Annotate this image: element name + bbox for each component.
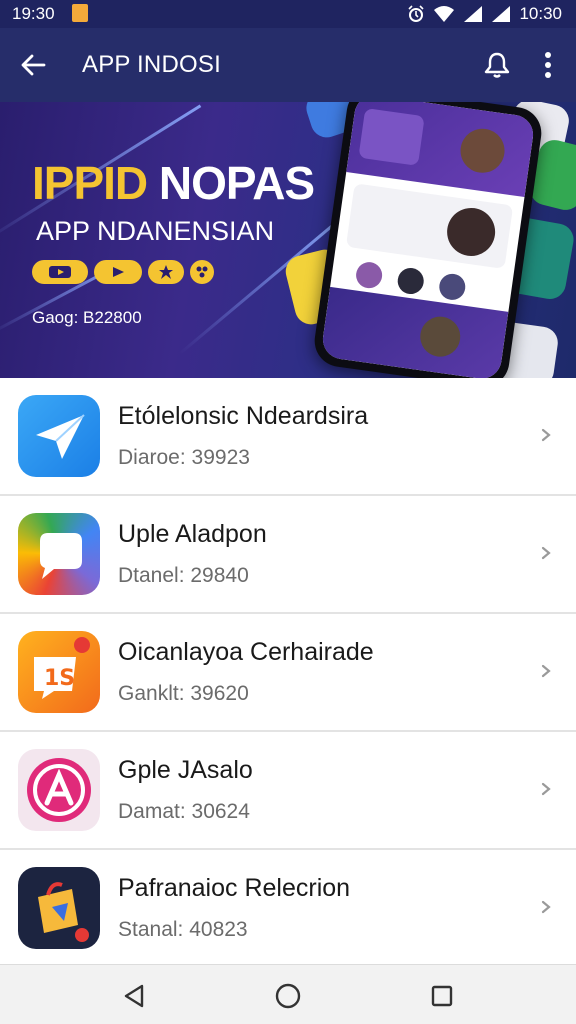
app-name: Gple JAsalo xyxy=(118,756,253,784)
back-arrow-icon xyxy=(21,54,46,76)
app-meta: Diaroe: 39923 xyxy=(118,446,250,469)
list-item[interactable]: Pafranaioc Relecrion Stanal: 40823 xyxy=(0,850,576,968)
back-triangle-icon xyxy=(124,984,144,1008)
status-bar: 19:30 10:30 xyxy=(0,0,576,28)
app-meta: Ganklt: 39620 xyxy=(118,682,249,705)
notification-icon xyxy=(72,4,88,22)
avatar xyxy=(396,266,426,296)
chevron-right-icon xyxy=(541,428,551,442)
status-time: 19:30 xyxy=(12,4,55,23)
chevron-right-icon xyxy=(541,664,551,678)
banner-title-rest: NOPAS xyxy=(147,157,315,209)
list-item[interactable]: Uple Aladpon Dtanel: 29840 xyxy=(0,496,576,614)
avatar xyxy=(354,260,384,290)
status-time-right: 10:30 xyxy=(519,4,562,23)
chevron-right-icon xyxy=(541,900,551,914)
list-item[interactable]: Etólelonsic Ndeardsira Diaroe: 39923 xyxy=(0,378,576,496)
chevron-right-icon xyxy=(541,782,551,796)
banner-caption: Gaog: B22800 xyxy=(32,308,142,327)
list-item[interactable]: 1S Oicanlayoa Cerhairade Ganklt: 39620 xyxy=(0,614,576,732)
phone-screen-footer xyxy=(320,286,509,378)
list-item[interactable]: Gple JAsalo Damat: 30624 xyxy=(0,732,576,850)
phone-card xyxy=(358,108,425,166)
status-icons: 10:30 xyxy=(407,4,562,24)
app-name: Uple Aladpon xyxy=(118,520,267,548)
app-name: Pafranaioc Relecrion xyxy=(118,874,351,902)
nav-back-button[interactable] xyxy=(114,979,154,1013)
home-circle-icon xyxy=(275,983,301,1009)
signal-icon xyxy=(463,5,483,23)
svg-text:1S: 1S xyxy=(44,666,75,691)
phone-mockup xyxy=(311,102,545,378)
badge-dots-icon xyxy=(190,260,214,284)
dis-logo-icon: 1S xyxy=(18,631,100,713)
app-meta: Dtanel: 29840 xyxy=(118,564,249,587)
app-meta: Damat: 30624 xyxy=(118,800,250,823)
banner-title: IPPID NOPAS xyxy=(32,156,315,210)
badge-play-icon xyxy=(94,260,142,284)
banner-title-highlight: IPPID xyxy=(32,157,148,209)
more-vert-icon xyxy=(545,52,551,78)
banner-subtitle: APP NDANENSIAN xyxy=(36,216,275,246)
bell-icon xyxy=(484,52,510,78)
overflow-menu-button[interactable] xyxy=(532,46,564,84)
phone-screen xyxy=(320,102,536,378)
badge-star-icon xyxy=(148,260,184,284)
alarm-icon xyxy=(407,5,425,23)
app-list: Etólelonsic Ndeardsira Diaroe: 39923 Upl… xyxy=(0,378,576,968)
recents-square-icon xyxy=(431,985,453,1007)
promo-banner[interactable]: IPPID NOPAS APP NDANENSIAN Gaog: B22800 xyxy=(0,102,576,378)
signal-icon-2 xyxy=(491,5,511,23)
nav-home-button[interactable] xyxy=(268,979,308,1013)
letter-a-icon xyxy=(18,749,100,831)
notifications-button[interactable] xyxy=(478,46,516,84)
avatar xyxy=(437,272,467,302)
banner-badges xyxy=(32,260,214,284)
app-bar: APP INDOSI xyxy=(0,28,576,102)
chat-bubble-icon xyxy=(18,513,100,595)
system-nav-bar xyxy=(0,964,576,1024)
app-name: Oicanlayoa Cerhairade xyxy=(118,638,374,666)
app-meta: Stanal: 40823 xyxy=(118,918,248,941)
nav-recents-button[interactable] xyxy=(422,979,462,1013)
shopping-bag-icon xyxy=(18,867,100,949)
wifi-icon xyxy=(433,5,455,23)
chevron-right-icon xyxy=(541,546,551,560)
back-button[interactable] xyxy=(14,46,52,84)
app-name: Etólelonsic Ndeardsira xyxy=(118,402,369,430)
page-title: APP INDOSI xyxy=(82,51,221,78)
paper-plane-icon xyxy=(18,395,100,477)
badge-play-icon xyxy=(32,260,88,284)
